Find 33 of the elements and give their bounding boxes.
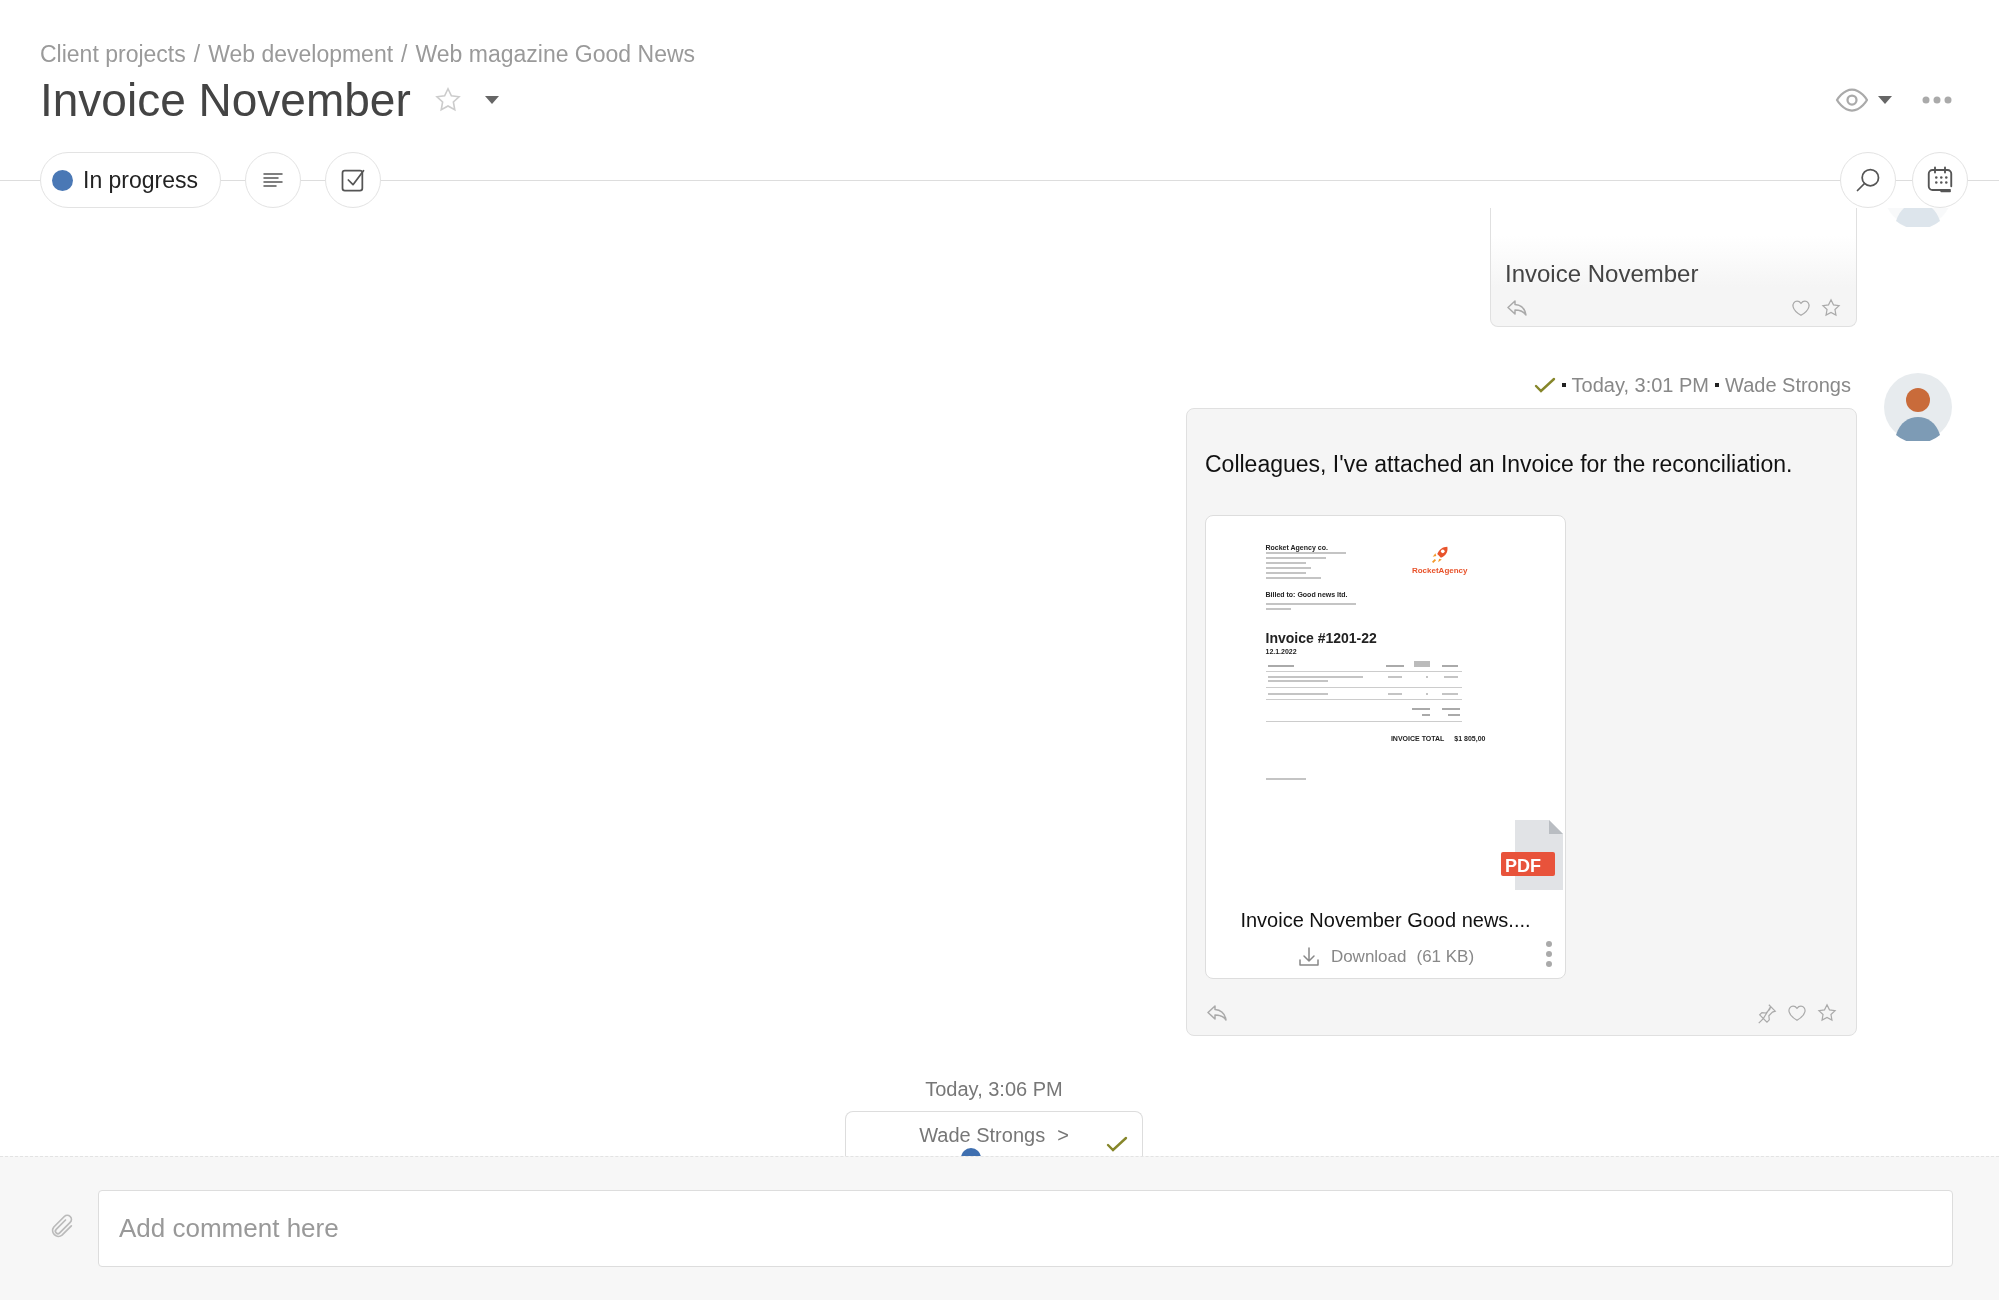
message-text: Colleagues, I've attached an Invoice for the reconciliation.	[1205, 450, 1794, 479]
breadcrumb-link[interactable]: Web magazine Good News	[415, 40, 696, 68]
status-button[interactable]: In progress	[40, 152, 222, 208]
breadcrumb-link[interactable]: Web development	[208, 40, 394, 68]
download-button[interactable]: Download (61 KB)	[1290, 944, 1481, 970]
calendar-button[interactable]	[1912, 152, 1968, 208]
more-icon[interactable]	[1545, 940, 1553, 968]
file-name: Invoice November Good news....	[1240, 909, 1531, 932]
file-type-label: PDF	[1504, 856, 1542, 877]
breadcrumb-separator: /	[401, 40, 408, 68]
event-time: Today, 3:06 PM	[925, 1078, 1063, 1101]
caret-icon[interactable]	[484, 96, 499, 104]
author-name: Wade Strongs	[1725, 373, 1851, 397]
page-title: Invoice November	[40, 73, 411, 128]
caret-icon[interactable]	[1878, 96, 1892, 104]
message-text: Invoice November	[1505, 260, 1700, 288]
search-icon	[1854, 166, 1882, 194]
author-link[interactable]: Wade Strongs >	[919, 1124, 1069, 1148]
logo-text: RocketAgency	[1411, 566, 1468, 575]
star-icon[interactable]	[1816, 1002, 1838, 1024]
comment-field[interactable]: Add comment here	[98, 1190, 1953, 1267]
pdf-file-icon	[1501, 820, 1563, 890]
breadcrumb-separator: /	[193, 40, 201, 68]
star-icon[interactable]	[1820, 297, 1842, 319]
pin-icon[interactable]	[1756, 1002, 1778, 1024]
document-heading: Invoice #1201-22	[1265, 630, 1378, 646]
calendar-icon	[1925, 165, 1955, 195]
avatar	[1884, 373, 1952, 441]
more-icon[interactable]	[1922, 96, 1952, 104]
download-icon	[1296, 945, 1321, 969]
breadcrumb-link[interactable]: Client projects	[40, 40, 186, 68]
message-time: Today, 3:01 PM	[1571, 373, 1709, 397]
search-button[interactable]	[1840, 152, 1896, 208]
